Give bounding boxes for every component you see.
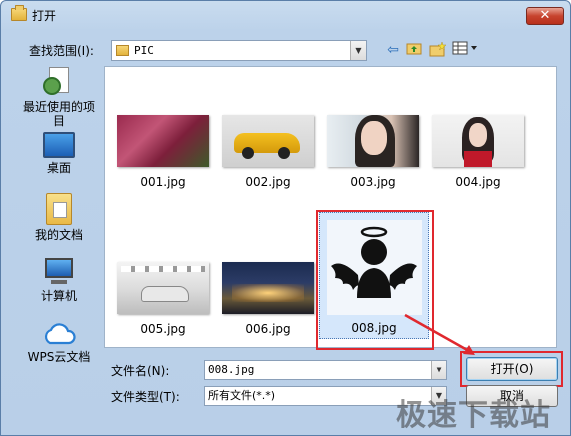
file-item[interactable]: 006.jpg [220, 262, 316, 336]
thumbnail-image [222, 262, 314, 314]
folder-icon [116, 45, 129, 56]
filename-value: 008.jpg [208, 363, 255, 376]
back-arrow-icon[interactable]: ⇦ [385, 41, 401, 59]
file-name: 005.jpg [140, 322, 186, 336]
place-desktop[interactable]: 桌面 [18, 132, 100, 175]
open-file-dialog: 打开 ✕ 查找范围(I): PIC ▼ ⇦ 最近使用的项目 桌面 我的文档 计算… [0, 0, 571, 436]
folder-icon [11, 5, 27, 21]
thumbnail-image [222, 115, 314, 167]
title-bar: 打开 ✕ [1, 1, 570, 29]
filetype-label: 文件类型(T): [111, 390, 180, 404]
file-name: 004.jpg [455, 175, 501, 189]
place-my-documents-label: 我的文档 [34, 228, 83, 242]
lookin-label: 查找范围(I): [29, 44, 94, 58]
thumbnail-image [117, 115, 209, 167]
file-name: 001.jpg [140, 175, 186, 189]
place-wps-cloud[interactable]: WPS云文档 [18, 321, 100, 364]
place-computer[interactable]: 计算机 [18, 258, 100, 303]
dialog-title: 打开 [32, 9, 57, 23]
filetype-value: 所有文件(*.*) [208, 389, 276, 402]
watermark-text: 极速下载站 [396, 398, 551, 433]
file-item[interactable]: 005.jpg [115, 262, 211, 336]
file-item[interactable]: 003.jpg [325, 115, 421, 189]
new-folder-icon[interactable] [429, 41, 447, 59]
places-bar: 最近使用的项目 桌面 我的文档 计算机 WPS云文档 [18, 65, 100, 375]
place-wps-cloud-label: WPS云文档 [27, 350, 91, 364]
file-item[interactable]: 002.jpg [220, 115, 316, 189]
file-name: 002.jpg [245, 175, 291, 189]
views-menu-icon[interactable] [452, 41, 480, 59]
filename-label: 文件名(N): [111, 364, 170, 378]
place-desktop-label: 桌面 [46, 161, 71, 175]
recent-items-icon [43, 67, 75, 97]
highlight-box-open-button [460, 351, 563, 387]
file-item[interactable]: 001.jpg [115, 115, 211, 189]
lookin-dropdown[interactable]: PIC ▼ [111, 40, 367, 61]
place-recent-label: 最近使用的项目 [22, 100, 95, 128]
file-item[interactable]: 004.jpg [430, 115, 526, 189]
lookin-value: PIC [134, 44, 154, 57]
file-name: 003.jpg [350, 175, 396, 189]
computer-icon [43, 258, 75, 286]
file-name: 006.jpg [245, 322, 291, 336]
place-computer-label: 计算机 [40, 289, 77, 303]
place-recent[interactable]: 最近使用的项目 [18, 67, 100, 128]
thumbnail-image [432, 115, 524, 167]
thumbnail-image [117, 262, 209, 314]
close-button[interactable]: ✕ [526, 7, 564, 25]
thumbnail-image [327, 115, 419, 167]
chevron-down-icon[interactable]: ▼ [431, 361, 446, 379]
filename-input[interactable]: 008.jpg ▼ [204, 360, 447, 380]
up-folder-icon[interactable] [405, 41, 423, 59]
place-my-documents[interactable]: 我的文档 [18, 193, 100, 242]
wps-cloud-icon [42, 321, 76, 347]
desktop-icon [43, 132, 75, 158]
my-documents-icon [46, 193, 72, 225]
chevron-down-icon[interactable]: ▼ [350, 41, 366, 60]
